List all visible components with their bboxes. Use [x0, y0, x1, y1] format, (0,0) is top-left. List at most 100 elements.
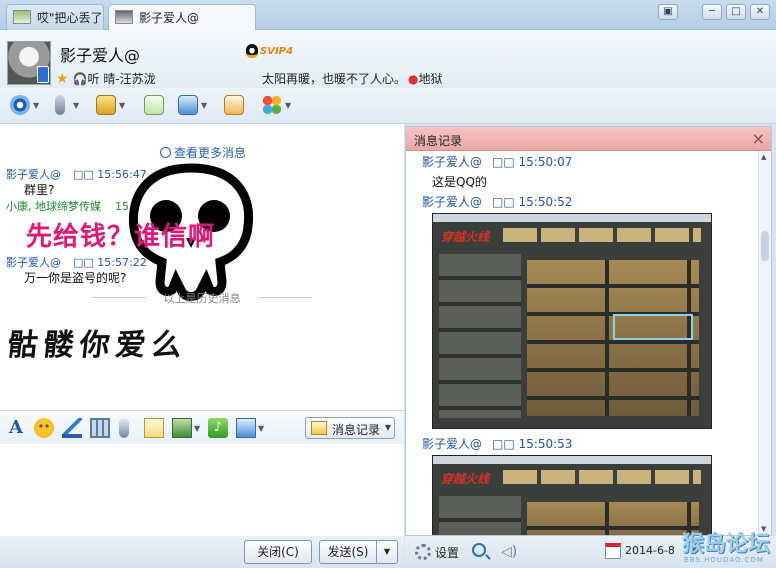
remote-desktop-button[interactable]: ▼	[178, 94, 207, 116]
voice-call-button[interactable]: ▼	[50, 94, 79, 116]
history-scrollbar[interactable]: ▲ ▼	[758, 151, 771, 535]
gear-icon[interactable]	[415, 544, 431, 560]
svip-badge[interactable]: SVIP4	[246, 44, 293, 58]
voice-message-icon[interactable]	[119, 418, 129, 438]
location-pin-icon: ●	[408, 72, 419, 86]
send-sms-button[interactable]	[144, 94, 164, 116]
microphone-icon	[55, 95, 65, 115]
tab-chat-2[interactable]: 影子爱人@	[108, 4, 256, 31]
video-call-button[interactable]: ▼	[10, 94, 39, 116]
view-more-label: 查看更多消息	[174, 146, 247, 160]
weapon-grid	[527, 502, 699, 535]
sender-name[interactable]: 影子爱人@	[422, 155, 482, 169]
share-screen-button[interactable]	[224, 94, 244, 116]
chat-history[interactable]: 查看更多消息 影子爱人@ □□ 15:56:47 群里? 小康, 地球缔梦传媒 15…	[0, 124, 404, 410]
picture-icon[interactable]	[172, 418, 192, 438]
tab-chat-1[interactable]: 哎"把心丢了	[6, 4, 104, 30]
chevron-down-icon[interactable]: ▼	[73, 101, 79, 110]
music-icon[interactable]: ♪	[208, 418, 228, 438]
sender-name[interactable]: 影子爱人@	[422, 437, 482, 451]
history-entry-header: 影子爱人@ □□ 15:50:07	[422, 153, 572, 170]
minimize-button[interactable]: ─	[702, 4, 722, 20]
emoticon-icon[interactable]	[34, 418, 54, 438]
sender-name[interactable]: 影子爱人@	[422, 195, 482, 209]
chevron-down-icon[interactable]: ▼	[194, 424, 200, 433]
scroll-up-icon[interactable]: ▲	[761, 153, 766, 161]
history-entry-text: 这是QQ的	[432, 175, 487, 189]
game-sidebar	[439, 254, 521, 418]
maximize-button[interactable]: □	[726, 4, 746, 20]
chevron-down-icon[interactable]: ▼	[285, 101, 291, 110]
tab-label: 影子爱人@	[139, 11, 200, 25]
message-text: 万一你是盗号的呢?	[24, 271, 127, 285]
message-time: □□ 15:50:52	[492, 195, 573, 209]
game-logo: 穿越火线	[441, 230, 490, 244]
send-options-button[interactable]: ▼	[376, 540, 398, 564]
format-toolbar: A ▼ ♪ ▼ 消息记录 ▼	[0, 410, 404, 444]
history-entry-header: 影子爱人@ □□ 15:50:53	[422, 435, 572, 452]
settings-label[interactable]: 设置	[435, 544, 459, 561]
forum-watermark-url: BBS.HOUDAO.COM	[684, 556, 764, 564]
send-button[interactable]: 发送(S)	[319, 540, 377, 564]
main-toolbar: ▼ ▼ ▼ ▼ ▼	[0, 88, 776, 124]
game-screenshot-image[interactable]: 穿越火线	[432, 213, 712, 429]
sender-name[interactable]: 影子爱人@	[6, 168, 61, 181]
video-clip-icon[interactable]	[90, 418, 110, 438]
tab-bar: 哎"把心丢了 影子爱人@ ▣ ─ □ ✕	[0, 0, 776, 31]
message-history-panel: 消息记录 × 影子爱人@ □□ 15:50:07 这是QQ的 影子爱人@ □□ 15…	[405, 126, 772, 536]
listening-text[interactable]: 听 晴-汪苏泷	[88, 72, 156, 86]
game-nav	[503, 228, 701, 242]
screenshot-icon[interactable]	[236, 418, 256, 438]
chevron-down-icon[interactable]: ▼	[33, 101, 39, 110]
message-history-button[interactable]: 消息记录 ▼	[305, 417, 395, 439]
chevron-down-icon[interactable]: ▼	[119, 101, 125, 110]
history-date[interactable]: 2014-6-8	[625, 544, 675, 557]
scroll-thumb[interactable]	[761, 231, 769, 261]
chevron-down-icon[interactable]: ▼	[385, 423, 391, 432]
folder-icon	[96, 95, 116, 115]
game-nav	[503, 470, 701, 484]
history-list[interactable]: 影子爱人@ □□ 15:50:07 这是QQ的 影子爱人@ □□ 15:50:52 …	[406, 151, 758, 535]
game-logo: 穿越火线	[441, 472, 490, 486]
send-file-button[interactable]: ▼	[96, 94, 125, 116]
apps-button[interactable]: ▼	[262, 94, 291, 116]
search-icon[interactable]	[472, 543, 486, 557]
magic-expression-icon[interactable]	[62, 418, 82, 438]
svip-label: SVIP4	[260, 46, 293, 57]
screenshot-titlebar	[433, 214, 711, 222]
calendar-icon[interactable]	[605, 543, 621, 559]
penguin-icon	[246, 44, 258, 58]
sticker-caption: 先给钱？谁信啊	[26, 222, 216, 252]
history-divider: 以上是历史消息	[92, 290, 312, 306]
close-button[interactable]: 关闭(C)	[244, 540, 312, 564]
game-screenshot-image[interactable]: 穿越火线	[432, 455, 712, 535]
panel-title: 消息记录	[414, 134, 463, 148]
mobile-online-icon	[37, 66, 49, 83]
close-window-button[interactable]: ✕	[750, 4, 770, 20]
tab-label: 哎"把心丢了	[37, 11, 103, 25]
doodle-icon[interactable]	[144, 418, 164, 438]
contact-name[interactable]: 影子爱人@	[60, 42, 140, 66]
skin-button[interactable]: ▣	[658, 4, 678, 20]
clock-icon	[160, 147, 171, 158]
star-icon[interactable]: ★	[56, 71, 69, 87]
signature-line: 太阳再暖，也暖不了人心。 ●地狱	[262, 70, 443, 87]
sender-name[interactable]: 小康, 地球缔梦传媒	[6, 200, 101, 213]
chevron-down-icon[interactable]: ▼	[201, 101, 207, 110]
font-icon[interactable]: A	[6, 418, 26, 438]
message-header: 影子爱人@ □□ 15:56:47	[6, 166, 147, 182]
forum-watermark: 猴岛论坛	[682, 532, 771, 557]
message-plus-icon	[144, 95, 164, 115]
speaker-icon[interactable]: ◁)	[501, 544, 517, 560]
contact-thumbnail-icon	[13, 10, 31, 24]
close-icon[interactable]: ×	[752, 129, 765, 148]
chevron-down-icon[interactable]: ▼	[258, 424, 264, 433]
message-header: 影子爱人@ □□ 15:57:22	[6, 254, 147, 270]
status-line: ★ 🎧听 晴-汪苏泷	[56, 70, 156, 87]
panel-header: 消息记录 ×	[406, 127, 771, 151]
avatar[interactable]	[7, 41, 51, 85]
message-input[interactable]	[0, 444, 404, 536]
sender-name[interactable]: 影子爱人@	[6, 256, 61, 269]
view-more-messages-link[interactable]: 查看更多消息	[160, 144, 246, 161]
apps-grid-icon	[262, 95, 282, 115]
